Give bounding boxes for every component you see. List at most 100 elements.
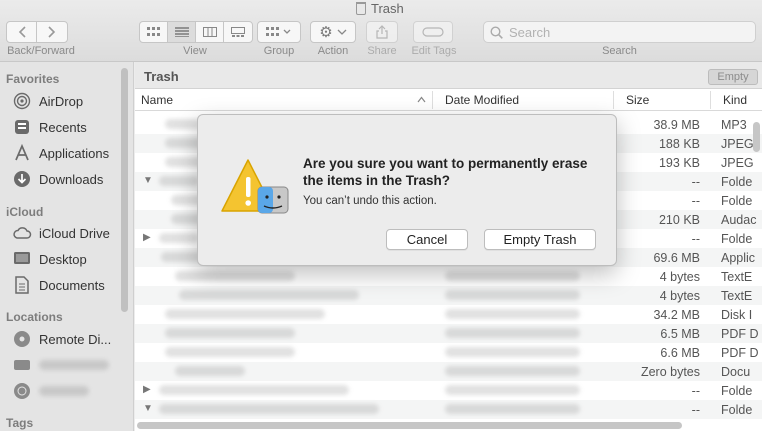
group-button[interactable]: [257, 21, 301, 43]
path-label: Trash: [144, 69, 179, 84]
icloud-header: iCloud: [6, 205, 44, 219]
network-icon: [12, 381, 32, 401]
tag-icon: [422, 27, 444, 37]
table-row[interactable]: 4 bytes TextE: [135, 267, 762, 286]
blurred-name: [175, 271, 295, 281]
column-divider[interactable]: [613, 91, 614, 109]
sidebar-item-applications[interactable]: Applications: [12, 142, 109, 164]
trash-icon: [356, 1, 366, 15]
back-forward-label: Back/Forward: [7, 45, 75, 57]
disclosure-triangle-right-icon[interactable]: ▶: [143, 232, 151, 243]
table-row[interactable]: Zero bytes Docu: [135, 362, 762, 381]
sidebar-item-documents[interactable]: Documents: [12, 274, 105, 296]
sidebar-item-label: Applications: [39, 145, 110, 161]
search-placeholder: Search: [509, 24, 551, 40]
gallery-icon: [231, 27, 245, 37]
back-button[interactable]: [7, 22, 37, 42]
column-date-modified[interactable]: Date Modified: [445, 93, 519, 107]
column-kind[interactable]: Kind: [723, 93, 747, 107]
sort-chevron-icon: [417, 96, 426, 103]
column-name[interactable]: Name: [141, 93, 173, 107]
table-row[interactable]: ▼ -- Folde: [135, 400, 762, 419]
sidebar-item-label: Remote Di...: [39, 331, 112, 347]
empty-trash-button[interactable]: Empty Trash: [484, 229, 596, 250]
row-size: 34.2 MB: [653, 308, 700, 322]
desktop-icon: [12, 249, 32, 269]
share-label: Share: [367, 45, 397, 57]
applications-icon: [12, 143, 32, 163]
window-title: Trash: [356, 0, 404, 16]
sidebar-item-downloads[interactable]: Downloads: [12, 168, 103, 190]
table-row[interactable]: 34.2 MB Disk I: [135, 305, 762, 324]
row-size: 4 bytes: [659, 289, 700, 303]
column-divider[interactable]: [710, 91, 711, 109]
row-kind: PDF D: [721, 346, 759, 360]
icon-view-button[interactable]: [140, 22, 168, 42]
row-kind: Folde: [721, 175, 753, 189]
dialog-message: You can’t undo this action.: [303, 195, 437, 207]
share-button[interactable]: [366, 21, 398, 43]
sidebar-item-icloud-drive[interactable]: iCloud Drive: [12, 222, 110, 244]
table-row[interactable]: 6.6 MB PDF D: [135, 343, 762, 362]
tags-header: Tags: [6, 416, 34, 430]
edit-tags-button[interactable]: [413, 21, 453, 43]
cancel-button[interactable]: Cancel: [386, 229, 468, 250]
table-row[interactable]: 6.5 MB PDF D: [135, 324, 762, 343]
table-row[interactable]: ▶ -- Folde: [135, 381, 762, 400]
action-label: Action: [317, 45, 349, 57]
sidebar-item-label: iCloud Drive: [39, 225, 110, 241]
column-divider[interactable]: [432, 91, 433, 109]
chevron-left-icon: [18, 26, 26, 38]
table-row[interactable]: 4 bytes TextE: [135, 286, 762, 305]
forward-button[interactable]: [37, 22, 67, 42]
share-icon: [376, 25, 388, 39]
row-size: 6.6 MB: [660, 346, 700, 360]
blurred-name: [159, 404, 379, 414]
disclosure-triangle-down-icon[interactable]: ▼: [143, 175, 153, 186]
sidebar-item-airdrop[interactable]: AirDrop: [12, 90, 83, 112]
locations-header: Locations: [6, 310, 63, 324]
empty-button[interactable]: Empty: [708, 69, 758, 85]
column-header: Name Date Modified Size Kind: [135, 89, 762, 111]
vertical-scrollbar[interactable]: [753, 122, 760, 152]
column-view-button[interactable]: [196, 22, 224, 42]
documents-icon: [12, 275, 32, 295]
horizontal-scrollbar[interactable]: [137, 422, 682, 429]
group-icon: [266, 27, 291, 36]
sidebar-item-remote-disc[interactable]: Remote Di...: [12, 328, 111, 350]
action-button[interactable]: ⚙: [310, 21, 356, 43]
row-kind: Applic: [721, 251, 756, 265]
search-field[interactable]: Search: [483, 21, 756, 43]
row-kind: TextE: [721, 270, 753, 284]
row-size: 6.5 MB: [660, 327, 700, 341]
group-label: Group: [263, 45, 295, 57]
sidebar-item-label: Documents: [39, 277, 105, 293]
window-title-text: Trash: [371, 0, 404, 16]
remote-disc-icon: [12, 329, 32, 349]
column-size[interactable]: Size: [626, 93, 649, 107]
gallery-view-button[interactable]: [224, 22, 252, 42]
row-kind: MP3: [721, 118, 747, 132]
row-size: --: [691, 403, 700, 417]
disclosure-triangle-right-icon[interactable]: ▶: [143, 384, 151, 395]
sidebar-item-blurred-1[interactable]: [12, 354, 109, 376]
disclosure-triangle-down-icon[interactable]: ▼: [143, 403, 153, 414]
sidebar-item-recents[interactable]: Recents: [12, 116, 87, 138]
back-forward-control: [6, 21, 68, 43]
blurred-name: [159, 176, 199, 186]
row-kind: Folde: [721, 403, 753, 417]
row-kind: Disk I: [721, 308, 753, 322]
sidebar-item-label: Downloads: [39, 171, 104, 187]
sidebar-item-blurred-2[interactable]: [12, 380, 89, 402]
path-bar: Trash Empty: [135, 62, 762, 89]
edit-tags-label: Edit Tags: [411, 45, 457, 57]
gear-icon: ⚙: [319, 23, 333, 41]
sidebar-item-desktop[interactable]: Desktop: [12, 248, 87, 270]
blurred-date: [445, 347, 580, 357]
blurred-name: [165, 347, 295, 357]
blurred-label: [39, 360, 109, 370]
list-view-button[interactable]: [168, 22, 196, 42]
sidebar-scrollbar[interactable]: [121, 68, 128, 312]
row-kind: Docu: [721, 365, 751, 379]
blurred-date: [445, 271, 580, 281]
